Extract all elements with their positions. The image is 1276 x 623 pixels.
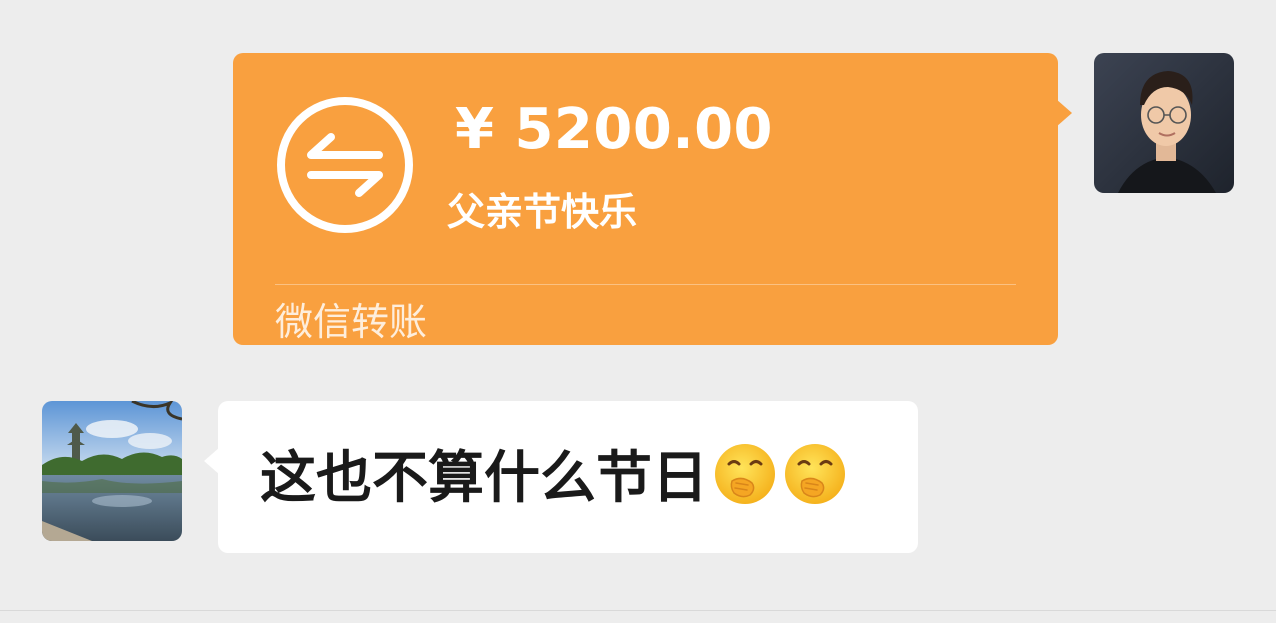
- face-with-hand-over-mouth-icon: [782, 441, 848, 507]
- face-with-hand-over-mouth-icon: [712, 441, 778, 507]
- transfer-amount: ¥ 5200.00: [455, 97, 774, 162]
- transfer-arrows-icon: [275, 95, 415, 235]
- transfer-footer-label: 微信转账: [275, 300, 428, 344]
- transfer-message-bubble[interactable]: ¥ 5200.00 父亲节快乐 微信转账: [233, 53, 1072, 345]
- received-message-bubble[interactable]: 这也不算什么节日: [204, 401, 918, 553]
- divider: [275, 284, 1016, 285]
- message-content: 这也不算什么节日: [260, 441, 848, 515]
- bubble-tail: [1056, 99, 1072, 127]
- message-text: 这也不算什么节日: [260, 446, 708, 511]
- avatar-self[interactable]: [1094, 53, 1234, 193]
- divider: [0, 610, 1276, 611]
- bubble-tail: [204, 447, 220, 475]
- transfer-note: 父亲节快乐: [447, 190, 638, 234]
- avatar-other[interactable]: [42, 401, 182, 541]
